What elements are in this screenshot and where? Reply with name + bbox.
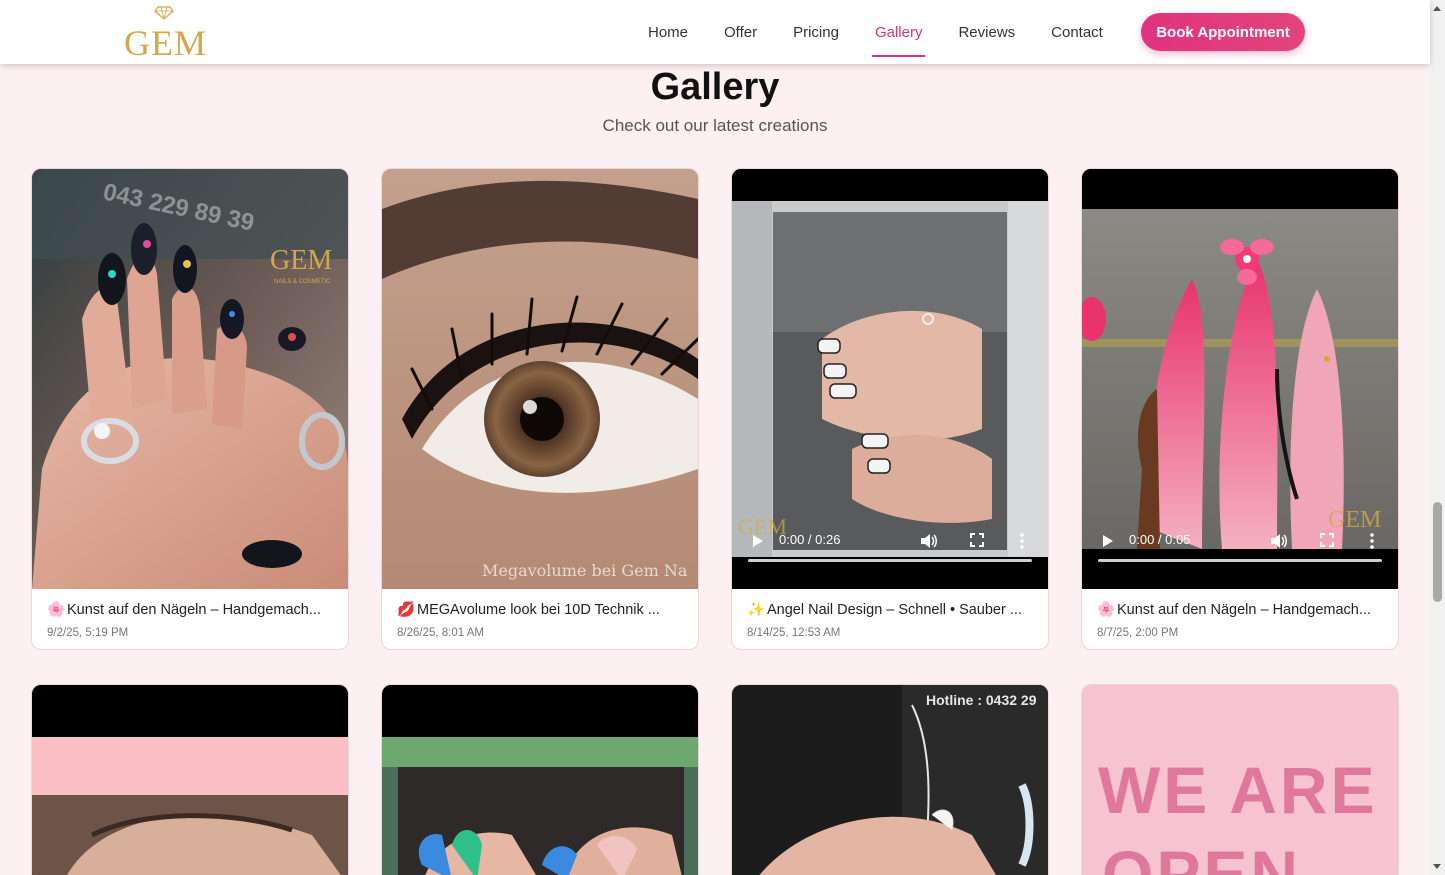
gallery-card[interactable] xyxy=(31,684,349,875)
main-nav: Home Offer Pricing Gallery Reviews Conta… xyxy=(630,0,1121,64)
gallery-card[interactable]: Hotline : 0432 29 xyxy=(731,684,1049,875)
megavolume-watermark: Megavolume bei Gem Na xyxy=(482,561,688,580)
gallery-title: Gallery xyxy=(650,66,780,108)
we-are-open-text: WE ARE xyxy=(1098,753,1378,827)
sparkles-icon: ✨ xyxy=(747,602,766,618)
nav-gallery[interactable]: Gallery xyxy=(857,0,941,64)
gallery-image: WE ARE OPEN xyxy=(1082,685,1398,875)
flower-icon: 🌸 xyxy=(1097,602,1116,618)
logo-text: GEM xyxy=(124,23,207,63)
video-progress-bar[interactable] xyxy=(748,559,1032,562)
card-caption: 💋 MEGAvolume look bei 10D Technik ... xyxy=(397,601,687,618)
card-caption: 🌸 Kunst auf den Nägeln – Handgemach... xyxy=(47,601,337,618)
gallery-video[interactable] xyxy=(32,685,348,875)
book-appointment-button[interactable]: Book Appointment xyxy=(1141,13,1305,51)
scroll-down-arrow-icon[interactable] xyxy=(1433,864,1441,869)
gallery-card[interactable] xyxy=(381,684,699,875)
we-are-open-text-2: OPEN xyxy=(1102,837,1301,875)
more-options-icon[interactable] xyxy=(1369,533,1375,549)
scroll-up-arrow-icon[interactable] xyxy=(1433,6,1441,11)
gallery-card[interactable]: GEM 0:00 / 0:26 ✨ Angel Nail Design – Sch… xyxy=(731,168,1049,650)
gem-watermark: GEM xyxy=(270,245,332,276)
gallery-card[interactable]: 043 229 89 39 GEM NAILS & COSMETIC 🌸 Kuns… xyxy=(31,168,349,650)
gallery-image: 043 229 89 39 GEM NAILS & COSMETIC xyxy=(32,169,348,589)
gallery-subtitle: Check out our latest creations xyxy=(602,116,828,135)
card-date: 8/14/25, 12:53 AM xyxy=(747,627,841,639)
nav-contact[interactable]: Contact xyxy=(1033,0,1121,64)
hotline-text: Hotline : 0432 29 xyxy=(926,692,1037,708)
gallery-image: Megavolume bei Gem Na xyxy=(382,169,698,589)
card-date: 8/7/25, 2:00 PM xyxy=(1097,627,1179,639)
video-progress-bar[interactable] xyxy=(1098,559,1382,562)
card-caption: ✨ Angel Nail Design – Schnell • Sauber ..… xyxy=(747,601,1037,618)
gem-watermark: GEM xyxy=(1328,507,1381,533)
gem-watermark-sub: NAILS & COSMETIC xyxy=(274,279,331,285)
gallery-card[interactable]: GEM 0:00 / 0:05 🌸 Kunst auf den Nägeln – … xyxy=(1081,168,1399,650)
video-time: 0:00 / 0:26 xyxy=(779,532,841,547)
gallery-image: Hotline : 0432 29 xyxy=(732,685,1048,875)
gallery-card[interactable]: Megavolume bei Gem Na 💋 MEGAvolume look b… xyxy=(381,168,699,650)
play-icon[interactable] xyxy=(1103,535,1113,547)
nav-offer[interactable]: Offer xyxy=(706,0,775,64)
diamond-icon xyxy=(154,6,174,20)
gallery-card[interactable]: WE ARE OPEN xyxy=(1081,684,1399,875)
video-time: 0:00 / 0:05 xyxy=(1129,532,1191,547)
gallery-video[interactable]: GEM 0:00 / 0:05 xyxy=(1082,169,1398,589)
card-title: Angel Nail Design – Schnell • Sauber ... xyxy=(767,602,1022,618)
fullscreen-icon[interactable] xyxy=(970,533,984,547)
nav-pricing[interactable]: Pricing xyxy=(775,0,857,64)
lips-icon: 💋 xyxy=(397,602,416,618)
card-title: Kunst auf den Nägeln – Handgemach... xyxy=(1117,602,1371,618)
card-caption: 🌸 Kunst auf den Nägeln – Handgemach... xyxy=(1097,601,1387,618)
volume-icon[interactable] xyxy=(1270,533,1288,549)
video-controls: 0:00 / 0:26 xyxy=(732,532,1048,589)
page-scrollbar[interactable] xyxy=(1430,0,1445,875)
gallery-video[interactable]: GEM 0:00 / 0:26 xyxy=(732,169,1048,589)
card-title: Kunst auf den Nägeln – Handgemach... xyxy=(67,602,321,618)
nav-reviews[interactable]: Reviews xyxy=(940,0,1033,64)
card-date: 8/26/25, 8:01 AM xyxy=(397,627,484,639)
logo[interactable]: GEM xyxy=(124,4,220,63)
site-header: GEM Home Offer Pricing Gallery Reviews C… xyxy=(0,0,1430,64)
play-icon[interactable] xyxy=(753,535,763,547)
card-title: MEGAvolume look bei 10D Technik ... xyxy=(417,602,660,618)
nav-home[interactable]: Home xyxy=(630,0,706,64)
more-options-icon[interactable] xyxy=(1019,533,1025,549)
flower-icon: 🌸 xyxy=(47,602,66,618)
gallery-video[interactable] xyxy=(382,685,698,875)
video-controls: 0:00 / 0:05 xyxy=(1082,532,1398,589)
volume-icon[interactable] xyxy=(920,533,938,549)
fullscreen-icon[interactable] xyxy=(1320,533,1334,547)
scrollbar-thumb[interactable] xyxy=(1433,502,1442,602)
card-date: 9/2/25, 5:19 PM xyxy=(47,627,129,639)
